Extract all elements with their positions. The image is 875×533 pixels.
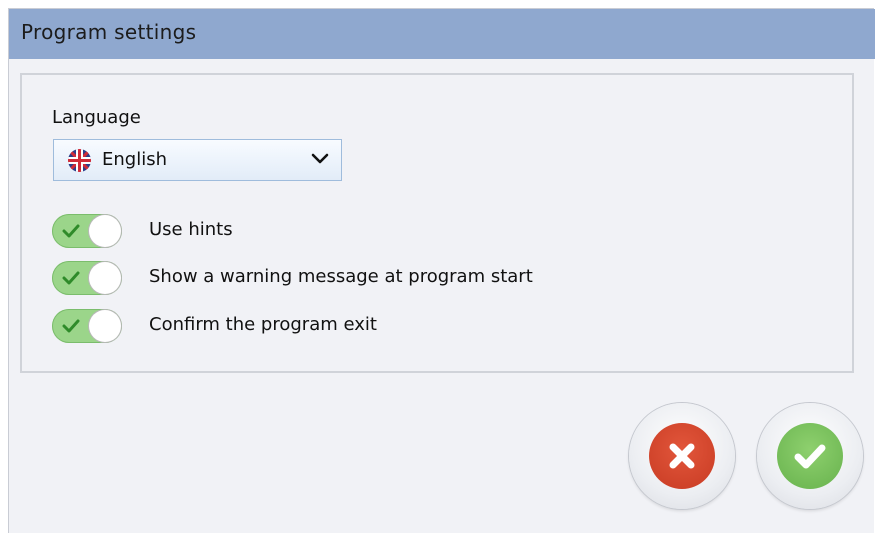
use-hints-toggle[interactable]	[52, 214, 122, 248]
close-icon	[669, 443, 695, 469]
warning-message-label: Show a warning message at program start	[149, 266, 533, 287]
warning-message-toggle[interactable]	[52, 261, 122, 295]
language-select[interactable]: English	[53, 139, 342, 181]
cancel-button[interactable]	[629, 403, 735, 509]
language-selected-value: English	[102, 149, 167, 170]
toggle-knob	[89, 310, 121, 342]
title-bar: Program settings	[9, 9, 875, 59]
use-hints-label: Use hints	[149, 219, 233, 240]
toggle-knob	[89, 215, 121, 247]
check-icon	[62, 319, 80, 333]
check-icon	[794, 444, 826, 469]
check-icon	[62, 271, 80, 285]
check-icon	[62, 224, 80, 238]
window-title: Program settings	[21, 20, 197, 44]
uk-flag-icon	[68, 149, 91, 172]
chevron-down-icon	[311, 153, 329, 164]
confirm-exit-label: Confirm the program exit	[149, 314, 377, 335]
confirm-exit-toggle[interactable]	[52, 309, 122, 343]
language-label: Language	[52, 107, 141, 128]
settings-panel	[20, 73, 854, 373]
toggle-knob	[89, 262, 121, 294]
ok-button[interactable]	[757, 403, 863, 509]
